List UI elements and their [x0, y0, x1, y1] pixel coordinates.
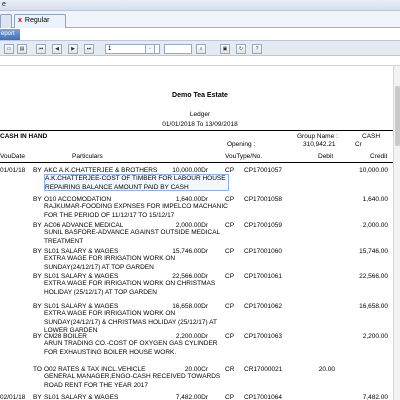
report-subtitle: Ledger	[189, 111, 211, 118]
header-voudate: VouDate	[0, 153, 25, 160]
report-title: Demo Tea Estate	[172, 92, 228, 99]
next-page-icon[interactable]: ▶	[68, 44, 78, 54]
entry-particulars: SL01 SALARY & WAGES	[44, 394, 119, 400]
entry-amount: 7,482.00Dr	[175, 394, 208, 400]
entry-by: BY	[33, 394, 42, 400]
report-page: Demo Tea Estate Ledger 01/01/2018 To 13/…	[0, 66, 400, 400]
scrollbar-thumb[interactable]	[395, 86, 400, 146]
group-label: Group Name :	[297, 133, 338, 140]
print-icon[interactable]: ▭	[4, 44, 14, 54]
entry-narration: EXTRA WAGE FOR IRRIGATION WORK ON CHRIST…	[44, 280, 216, 296]
opening-cr: Cr	[355, 141, 362, 148]
zoom-icon[interactable]: ▫	[145, 44, 155, 54]
entry-type: CP	[225, 394, 235, 400]
entry-voucher-no: CP17001058	[244, 196, 282, 203]
entry-by: BY	[33, 273, 42, 280]
first-page-icon[interactable]: ⏮	[36, 44, 46, 54]
entry-voucher-no: CP17001060	[244, 248, 282, 255]
export-icon[interactable]: ▤	[17, 44, 27, 54]
entry-by: BY	[33, 248, 42, 255]
entry-narration: ARUN TRADING CO.-COST OF OXYGEN GAS CYLI…	[44, 340, 218, 356]
entry-credit: 7,482.00	[362, 394, 388, 400]
group-value: CASH	[362, 133, 381, 140]
entry-voucher-no: CP17001063	[244, 333, 282, 340]
entry-by: TO	[33, 366, 42, 373]
entry-voucher-no: CP17001057	[244, 167, 282, 174]
divider	[0, 130, 400, 131]
tab-previous[interactable]	[0, 14, 12, 28]
entry-narration: A.K.CHATTERJEE-COST OF TIMBER FOR LABOUR…	[44, 174, 229, 191]
report-date-range: 01/01/2018 To 13/09/2018	[162, 121, 238, 128]
find-icon[interactable]: ⌕	[196, 44, 206, 54]
refresh-icon[interactable]: ↻	[236, 44, 246, 54]
opening-label: Opening :	[227, 141, 256, 148]
entry-voucher-no: CP17001062	[244, 303, 282, 310]
report-header-strip	[0, 57, 400, 66]
entry-credit: 1,640.00	[362, 196, 388, 203]
close-tab-icon[interactable]: x	[18, 17, 22, 24]
previous-page-icon[interactable]: ◀	[52, 44, 62, 54]
entry-by: BY	[33, 167, 42, 174]
entry-narration: SUNIL BASFORE-ADVANCE AGAINST OUTSIDE ME…	[44, 229, 220, 245]
search-input[interactable]	[164, 44, 192, 54]
entry-credit: 10,000.00	[359, 167, 388, 174]
tab-bar: xRegular Report	[0, 11, 400, 36]
entry-credit: 2,000.00	[362, 222, 388, 229]
entry-by: BY	[33, 333, 42, 340]
header-credit: Credit	[370, 153, 388, 160]
report-toolbar: ▭ ▤ ⏮ ◀ ▶ ⏭ 1 ▫ ⌕ ▣ ↻ ?	[0, 40, 400, 56]
entry-narration: RAJKUMAR-FOODING EXPNSES FOR IMPELCO MAC…	[44, 203, 228, 219]
entry-credit: 16,658.00	[359, 303, 388, 310]
entry-voucher-no: CR17000021	[244, 366, 283, 373]
tab-report[interactable]: eport	[0, 29, 20, 40]
entry-voucher-no: CP17001064	[244, 394, 282, 400]
entry-narration: EXTRA WAGE FOR IRRIGATION WORK ON SUNDAY…	[44, 255, 176, 271]
vertical-scrollbar[interactable]	[393, 66, 400, 400]
tab-regular-report[interactable]: xRegular Report	[14, 14, 66, 36]
entry-by: BY	[33, 196, 42, 203]
entry-by: BY	[33, 303, 42, 310]
opening-value: 310,942.21	[303, 141, 336, 148]
help-icon[interactable]: ?	[252, 44, 262, 54]
entry-voucher-no: CP17001061	[244, 273, 282, 280]
page-setup-icon[interactable]: ▣	[220, 44, 230, 54]
header-voutype: VouType/No.	[225, 153, 263, 160]
entry-debit: 20.00	[318, 366, 335, 373]
entry-credit: 15,746.00	[359, 248, 388, 255]
window-title: e	[2, 1, 6, 8]
entry-by: BY	[33, 222, 42, 229]
last-page-icon[interactable]: ⏭	[84, 44, 94, 54]
entry-credit: 2,200.00	[362, 333, 388, 340]
window-titlebar: e	[0, 0, 400, 11]
account-name: CASH IN HAND	[0, 133, 48, 140]
entry-date: 02/01/18	[0, 394, 26, 400]
entry-narration: GENERAL MANAGER,ENGO-CASH RECEIVED TOWAR…	[44, 373, 221, 389]
header-particulars: Particulars	[72, 153, 103, 160]
entry-date: 01/01/18	[0, 167, 26, 174]
divider	[0, 162, 400, 163]
entry-credit: 22,566.00	[359, 273, 388, 280]
ledger-row[interactable]: 02/01/18 BY SL01 SALARY & WAGES 7,482.00Dr C…	[0, 393, 400, 400]
sub-tab-bar: eport	[0, 28, 400, 40]
entry-voucher-no: CP17001059	[244, 222, 282, 229]
header-debit: Debit	[318, 153, 334, 160]
